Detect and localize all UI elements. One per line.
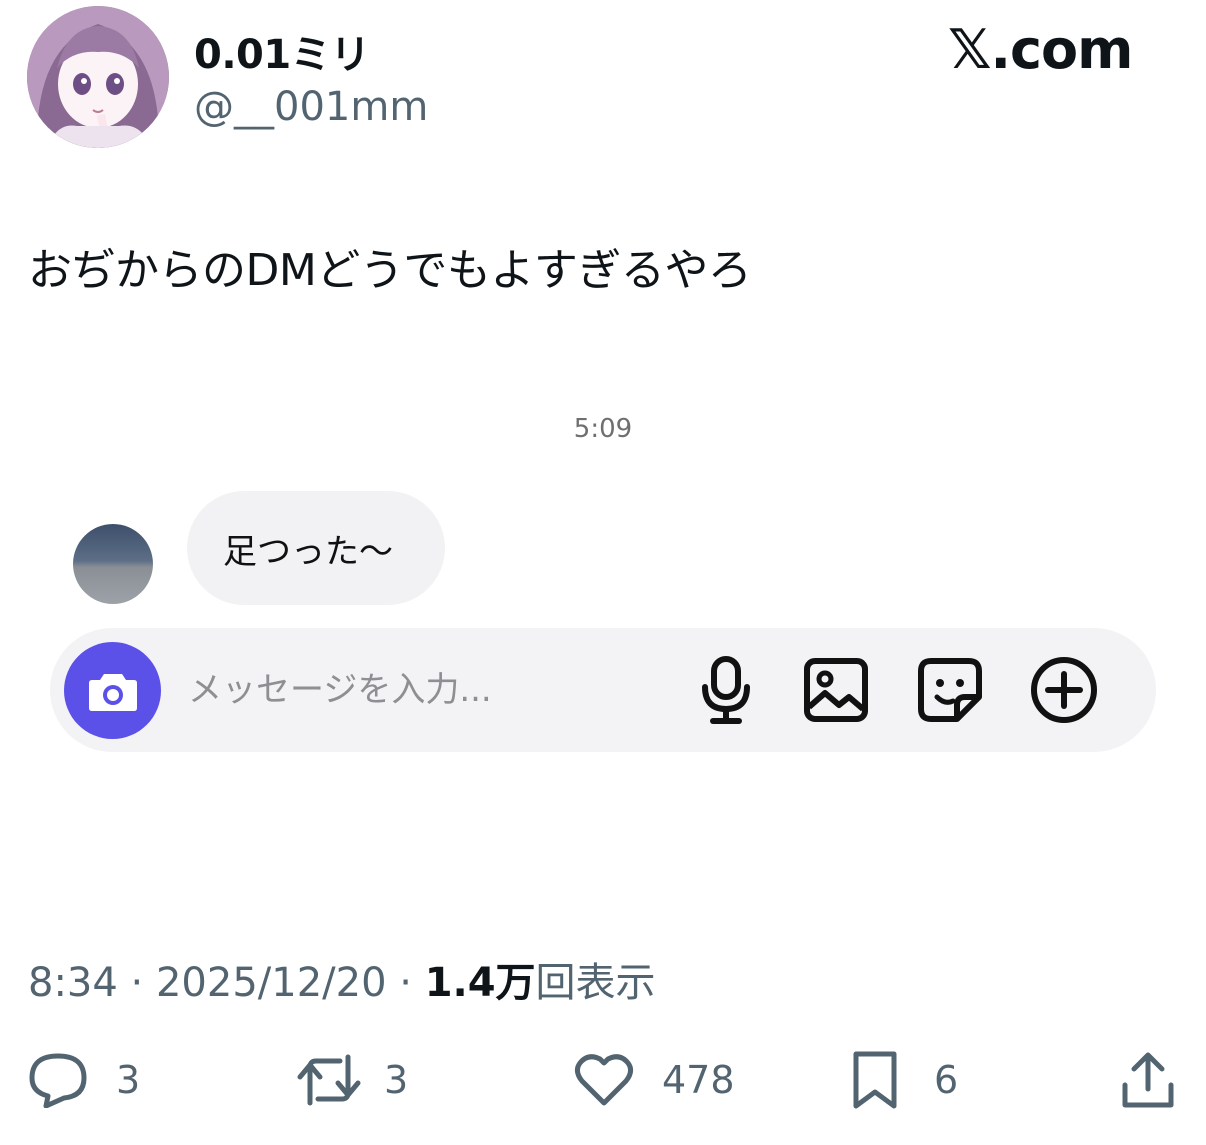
tweet-date[interactable]: 2025/12/20 — [156, 960, 387, 1006]
dm-message-bubble: 足つった〜 — [187, 491, 445, 605]
plus-circle-icon — [1031, 657, 1097, 723]
reply-icon — [29, 1053, 87, 1108]
sticker-icon — [918, 658, 982, 722]
tweet-text: おぢからのDMどうでもよすぎるやろ — [28, 245, 752, 296]
view-label: 回表示 — [535, 960, 656, 1006]
microphone-icon — [702, 656, 750, 724]
sticker-button[interactable] — [914, 654, 986, 726]
camera-button[interactable] — [64, 642, 161, 739]
dm-sender-avatar — [73, 524, 153, 604]
reply-button[interactable]: 3 — [28, 1048, 140, 1112]
tweet-time[interactable]: 8:34 — [28, 960, 118, 1006]
bookmark-count: 6 — [934, 1058, 959, 1102]
repost-button[interactable]: 3 — [296, 1048, 408, 1112]
author-handle[interactable]: @__001mm — [194, 84, 428, 130]
share-button[interactable] — [1120, 1048, 1176, 1112]
bookmark-icon — [853, 1051, 897, 1109]
microphone-button[interactable] — [690, 654, 762, 726]
camera-icon — [88, 673, 137, 711]
x-logo: 𝕏.com — [948, 18, 1133, 81]
like-button[interactable]: 478 — [574, 1048, 735, 1112]
meta-separator: · — [130, 960, 144, 1006]
dm-message-text: 足つった〜 — [223, 531, 393, 572]
like-icon — [574, 1054, 634, 1106]
like-count: 478 — [662, 1058, 735, 1102]
share-icon — [1122, 1052, 1174, 1108]
avatar-illustration — [27, 6, 169, 148]
meta-separator: · — [399, 960, 412, 1006]
view-count: 1.4万 — [424, 960, 536, 1006]
author-avatar[interactable] — [27, 6, 169, 148]
tweet-meta: 8:34 · 2025/12/20 · 1.4万回表示 — [28, 950, 656, 1008]
image-button[interactable] — [800, 654, 872, 726]
plus-button[interactable] — [1028, 654, 1100, 726]
image-icon — [804, 658, 868, 722]
author-display-name[interactable]: 0.01ミリ — [194, 22, 370, 80]
dm-timestamp: 5:09 — [573, 414, 633, 444]
repost-count: 3 — [384, 1058, 409, 1102]
reply-count: 3 — [116, 1058, 141, 1102]
bookmark-button[interactable]: 6 — [850, 1048, 958, 1112]
repost-icon — [297, 1054, 361, 1106]
message-input[interactable] — [188, 662, 668, 718]
